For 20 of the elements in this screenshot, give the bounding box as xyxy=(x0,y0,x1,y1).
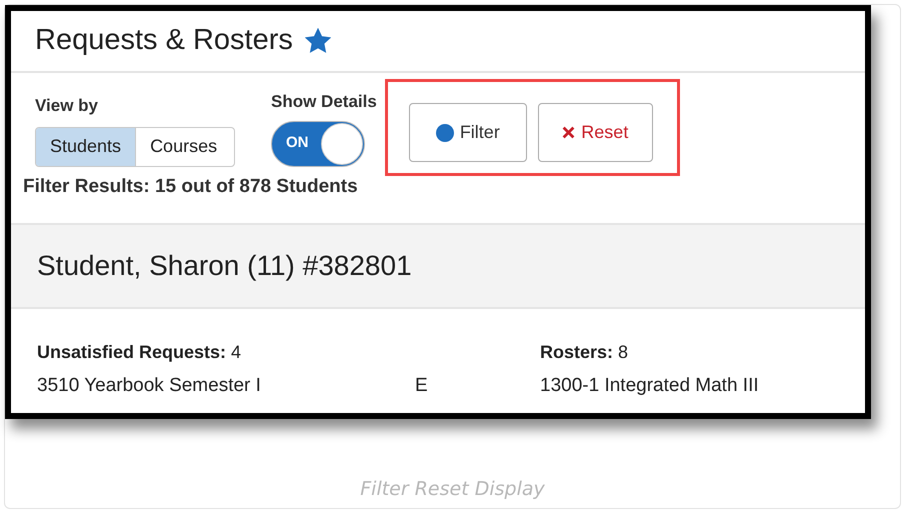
course-name: 3510 Yearbook Semester I xyxy=(37,374,262,398)
view-by-label: View by xyxy=(35,95,99,117)
view-by-option[interactable]: Students xyxy=(36,128,136,166)
student-header: Student, Sharon (11) #382801 xyxy=(37,249,412,283)
star-icon[interactable] xyxy=(304,28,331,54)
close-icon xyxy=(562,126,576,139)
page-title: Requests & Rosters xyxy=(35,23,293,58)
reset-button[interactable]: Reset xyxy=(538,103,653,162)
filter-results: Filter Results: 15 out of 878 Students xyxy=(23,176,358,196)
toggle-state-text: ON xyxy=(286,133,308,154)
filter-button[interactable]: Filter xyxy=(408,103,527,162)
show-details-label: Show Details xyxy=(271,91,377,113)
show-details-toggle[interactable]: ON xyxy=(271,120,365,166)
toggle-knob[interactable] xyxy=(321,122,363,164)
roster-course: 1300-1 Integrated Math III xyxy=(540,374,760,398)
image-caption: Filter Reset Display xyxy=(360,478,545,500)
dot-icon xyxy=(436,124,454,142)
unsatisfied-requests-heading: Unsatisfied Requests: 4 xyxy=(37,341,242,364)
request-code: E xyxy=(415,374,429,398)
rosters-heading: Rosters: 8 xyxy=(540,341,630,364)
